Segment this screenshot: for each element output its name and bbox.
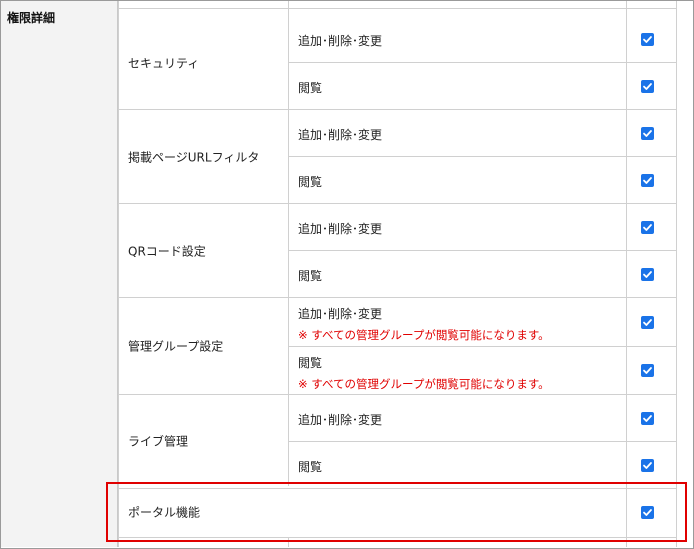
category-admin-group: 管理グループ設定 <box>128 339 224 354</box>
perm-view-label: 閲覧 <box>298 460 323 474</box>
permission-table <box>119 1 676 547</box>
checkbox-security-view[interactable] <box>641 80 654 93</box>
perm-edit-label: 追加･削除･変更 <box>298 307 383 321</box>
perm-note: ※ すべての管理グループが閲覧可能になります。 <box>298 328 550 342</box>
category-security: セキュリティ <box>128 56 200 71</box>
checkbox-qr-view[interactable] <box>641 268 654 281</box>
checkbox-live-view[interactable] <box>641 459 654 472</box>
highlight-box <box>106 482 687 542</box>
perm-edit-block: 追加･削除･変更 ※ すべての管理グループが閲覧可能になります。 <box>298 305 550 343</box>
check-icon <box>643 367 652 374</box>
label-column <box>1 1 118 547</box>
check-icon <box>643 130 652 137</box>
perm-edit-label: 追加･削除･変更 <box>298 34 383 48</box>
checkbox-live-edit[interactable] <box>641 412 654 425</box>
check-icon <box>643 224 652 231</box>
check-icon <box>643 83 652 90</box>
perm-view-label: 閲覧 <box>298 269 323 283</box>
perm-view-label: 閲覧 <box>298 81 323 95</box>
checkbox-url-filter-edit[interactable] <box>641 127 654 140</box>
category-qr-code: QRコード設定 <box>128 244 206 259</box>
perm-edit-label: 追加･削除･変更 <box>298 413 383 427</box>
check-icon <box>643 36 652 43</box>
check-icon <box>643 415 652 422</box>
perm-edit-label: 追加･削除･変更 <box>298 128 383 142</box>
checkbox-admin-group-edit[interactable] <box>641 316 654 329</box>
checkbox-url-filter-view[interactable] <box>641 174 654 187</box>
checkbox-security-edit[interactable] <box>641 33 654 46</box>
checkbox-admin-group-view[interactable] <box>641 364 654 377</box>
perm-edit-label: 追加･削除･変更 <box>298 222 383 236</box>
checkbox-qr-edit[interactable] <box>641 221 654 234</box>
check-icon <box>643 462 652 469</box>
check-icon <box>643 319 652 326</box>
perm-view-label: 閲覧 <box>298 175 323 189</box>
category-url-filter: 掲載ページURLフィルタ <box>128 150 260 165</box>
perm-note: ※ すべての管理グループが閲覧可能になります。 <box>298 377 550 391</box>
section-title: 権限詳細 <box>7 11 56 25</box>
perm-view-label: 閲覧 <box>298 356 323 370</box>
perm-view-block: 閲覧 ※ すべての管理グループが閲覧可能になります。 <box>298 354 550 392</box>
check-icon <box>643 177 652 184</box>
category-live: ライブ管理 <box>128 434 189 449</box>
check-icon <box>643 271 652 278</box>
